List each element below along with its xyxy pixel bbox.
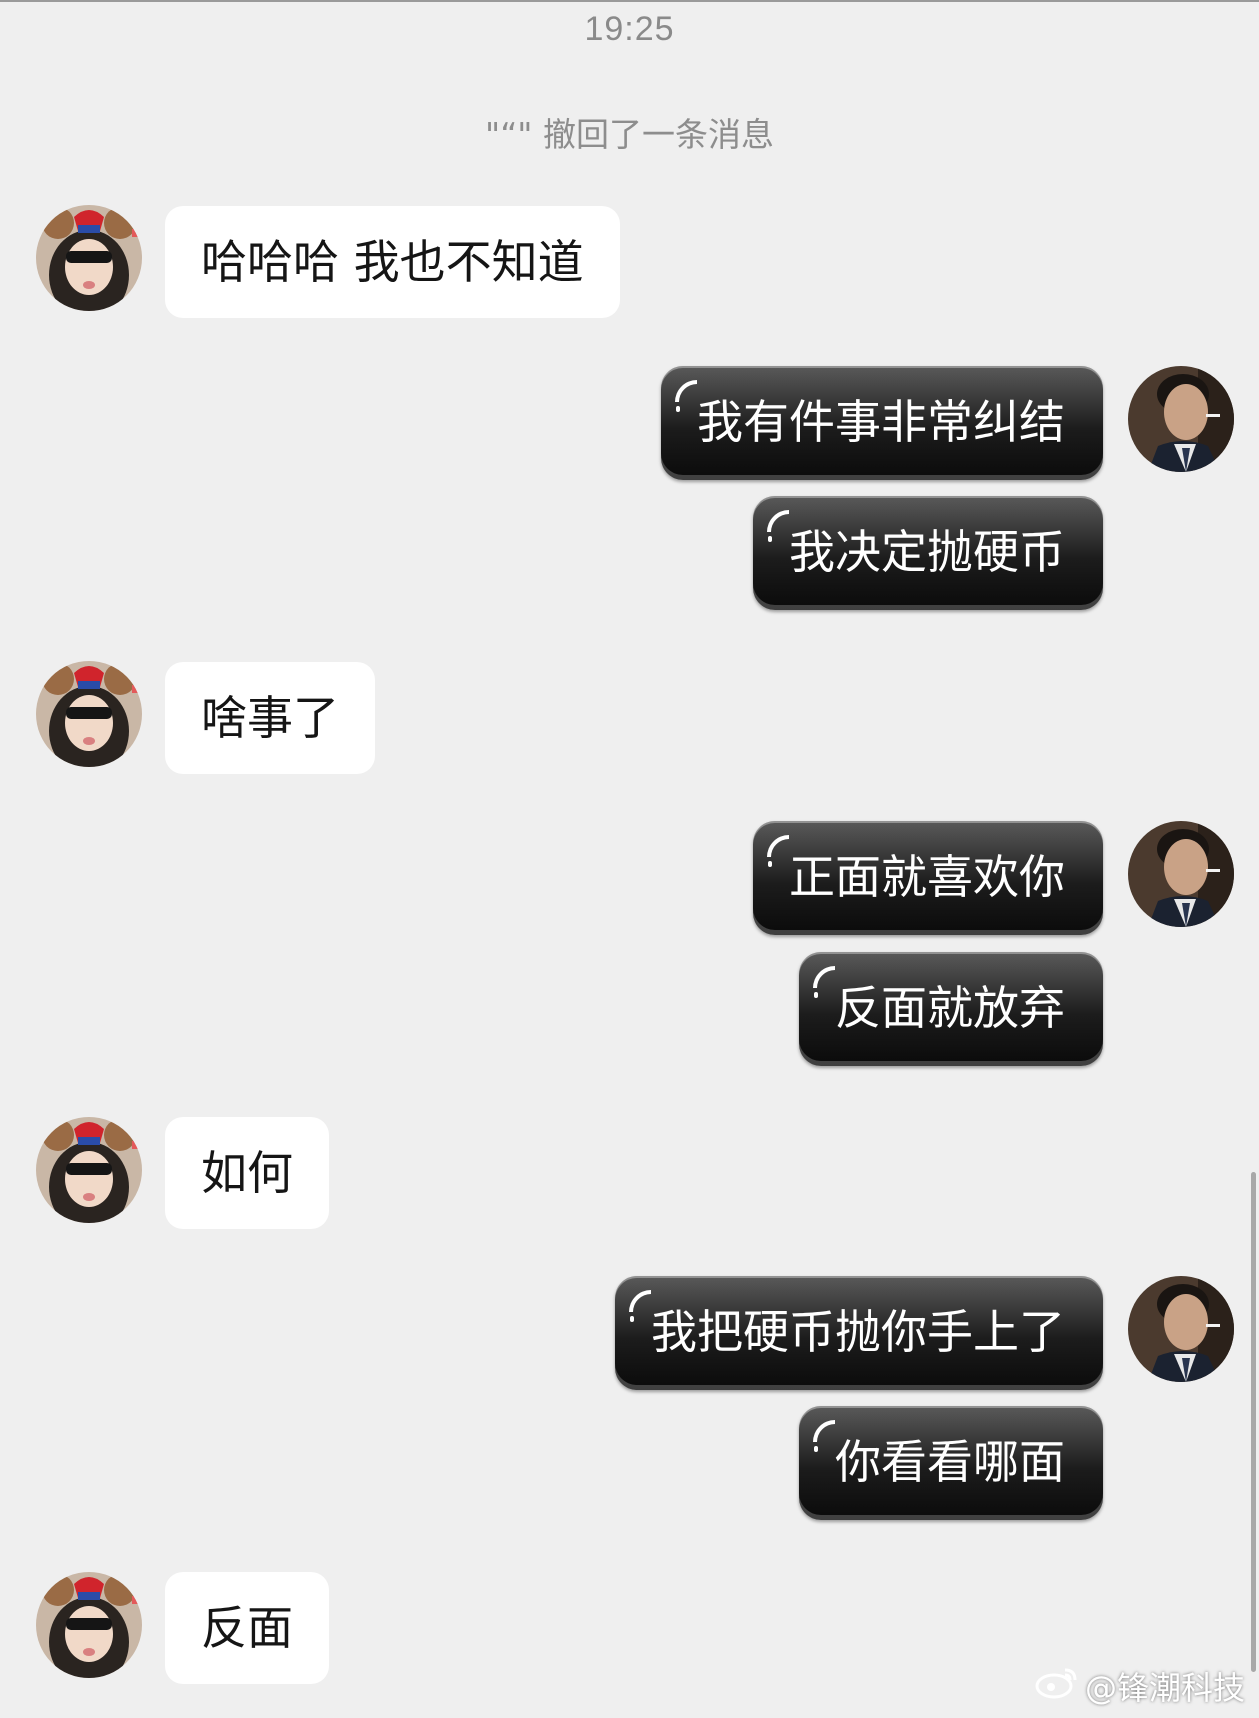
outgoing-message[interactable]: 你看看哪面 xyxy=(799,1406,1103,1520)
message-timestamp: 19:25 xyxy=(584,10,675,48)
gloss-dot xyxy=(768,861,772,867)
user-avatar[interactable] xyxy=(1128,1276,1234,1382)
message-text: 反面就放弃 xyxy=(835,981,1065,1035)
message-text: 正面就喜欢你 xyxy=(789,850,1065,904)
message-text: 我把硬币抛你手上了 xyxy=(651,1305,1065,1359)
outgoing-message[interactable]: 我把硬币抛你手上了 xyxy=(615,1276,1103,1390)
recall-notice: "“" 撤回了一条消息 xyxy=(485,115,774,154)
message-text: 我决定抛硬币 xyxy=(789,525,1065,579)
incoming-message[interactable]: 啥事了 xyxy=(165,662,375,774)
incoming-message[interactable]: 哈哈哈 我也不知道 xyxy=(165,206,620,318)
message-text: 你看看哪面 xyxy=(835,1435,1065,1489)
gloss-highlight xyxy=(629,1290,651,1312)
outgoing-message[interactable]: 正面就喜欢你 xyxy=(753,821,1103,935)
gloss-dot xyxy=(814,992,818,998)
gloss-dot xyxy=(676,406,680,412)
scrollbar[interactable] xyxy=(1251,1172,1256,1672)
message-text: 我有件事非常纠结 xyxy=(697,395,1065,449)
incoming-message[interactable]: 如何 xyxy=(165,1117,329,1229)
outgoing-message[interactable]: 我有件事非常纠结 xyxy=(661,366,1103,480)
watermark-text: @锋潮科技 xyxy=(1084,1669,1245,1707)
gloss-highlight xyxy=(767,835,789,857)
outgoing-message[interactable]: 反面就放弃 xyxy=(799,952,1103,1066)
gloss-highlight xyxy=(767,510,789,532)
contact-avatar[interactable] xyxy=(36,661,142,767)
gloss-highlight xyxy=(813,1420,835,1442)
user-avatar[interactable] xyxy=(1128,366,1234,472)
user-avatar[interactable] xyxy=(1128,821,1234,927)
contact-avatar[interactable] xyxy=(36,1117,142,1223)
watermark: @锋潮科技 xyxy=(1035,1664,1245,1708)
weibo-icon xyxy=(1035,1664,1079,1708)
outgoing-message[interactable]: 我决定抛硬币 xyxy=(753,496,1103,610)
top-divider xyxy=(0,0,1259,2)
gloss-highlight xyxy=(813,966,835,988)
contact-avatar[interactable] xyxy=(36,205,142,311)
gloss-dot xyxy=(814,1446,818,1452)
gloss-highlight xyxy=(675,380,697,402)
incoming-message[interactable]: 反面 xyxy=(165,1572,329,1684)
gloss-dot xyxy=(768,536,772,542)
contact-avatar[interactable] xyxy=(36,1572,142,1678)
gloss-dot xyxy=(630,1316,634,1322)
